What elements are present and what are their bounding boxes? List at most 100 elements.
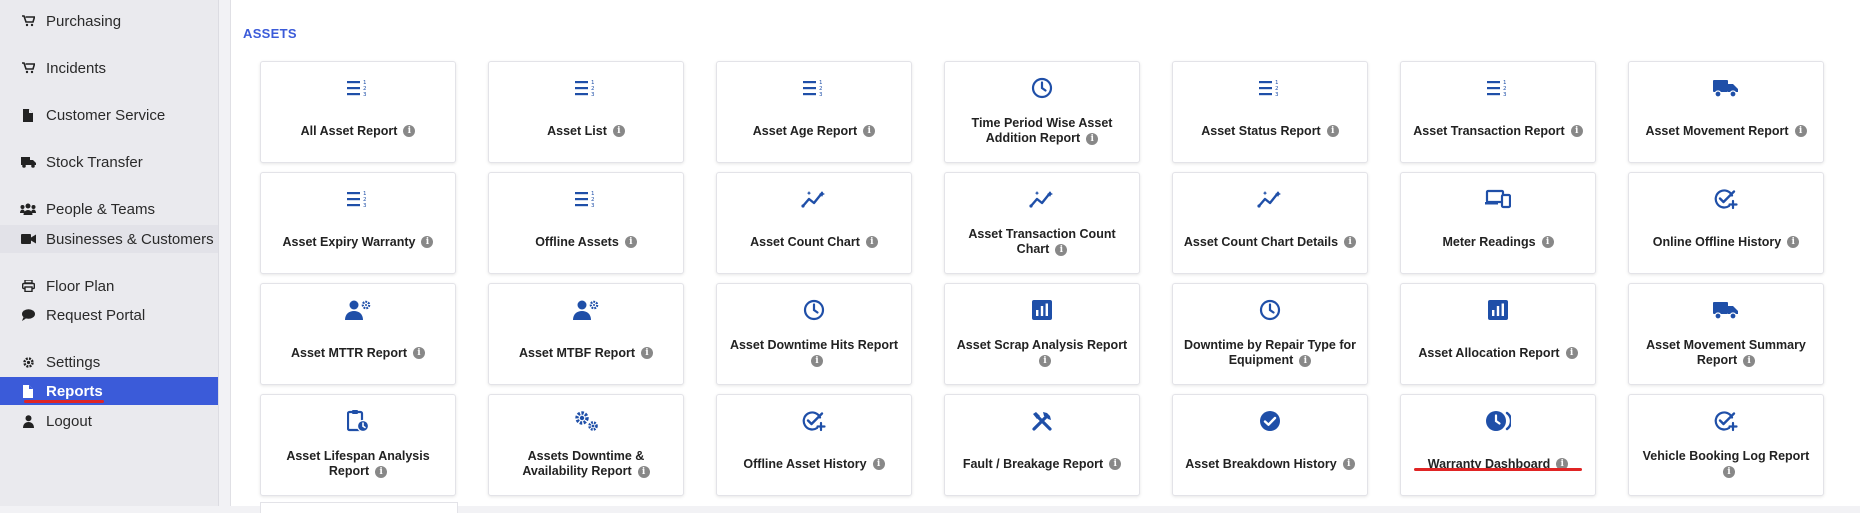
info-icon[interactable]: i xyxy=(612,125,625,138)
report-card-label: Asset Count Chart Details xyxy=(1183,234,1339,249)
report-card[interactable]: Meter Readings i xyxy=(1400,172,1596,274)
report-card[interactable]: Asset Lifespan Analysis Report i xyxy=(260,394,456,496)
report-card[interactable]: 1 2 3 Asset Transaction Report i xyxy=(1400,61,1596,163)
sidebar-item-businesses-customers[interactable]: Businesses & Customers xyxy=(0,225,218,253)
info-icon[interactable]: i xyxy=(640,347,653,360)
report-card-label: Asset Downtime Hits Report xyxy=(729,338,899,352)
info-icon[interactable]: i xyxy=(1794,125,1807,138)
report-card[interactable]: 1 2 3 Asset Age Report i xyxy=(716,61,912,163)
report-card-label: Online Offline History xyxy=(1652,234,1782,249)
report-card[interactable]: Asset Count Chart Details i xyxy=(1172,172,1368,274)
info-icon[interactable]: i xyxy=(1342,458,1355,471)
report-card-title: Asset Transaction Report i xyxy=(1407,106,1589,156)
info-icon[interactable]: i xyxy=(865,236,878,249)
sidebar-item-label: Incidents xyxy=(46,59,107,77)
report-card[interactable]: Warranty Dashboard i xyxy=(1400,394,1596,496)
info-icon[interactable]: i xyxy=(1541,236,1554,249)
report-card[interactable]: 1 2 3 Asset List i xyxy=(488,61,684,163)
info-icon[interactable]: i xyxy=(1565,347,1578,360)
report-card[interactable]: Assets Downtime & Availability Report i xyxy=(488,394,684,496)
report-card[interactable]: Asset Downtime Hits Report i xyxy=(716,283,912,385)
report-card[interactable]: Asset Allocation Report i xyxy=(1400,283,1596,385)
info-icon[interactable]: i xyxy=(403,125,416,138)
sidebar-item-settings[interactable]: Settings xyxy=(0,348,218,376)
report-card[interactable]: Asset MTBF Report i xyxy=(488,283,684,385)
info-icon[interactable]: i xyxy=(421,236,434,249)
report-card[interactable] xyxy=(260,502,458,513)
sidebar-item-purchasing[interactable]: Purchasing xyxy=(0,7,218,35)
info-icon[interactable]: i xyxy=(1344,236,1357,249)
chat-icon xyxy=(20,307,36,323)
sidebar-item-customer-service[interactable]: Customer Service xyxy=(0,101,218,129)
report-card[interactable]: Downtime by Repair Type for Equipment i xyxy=(1172,283,1368,385)
report-card-title: Asset List i xyxy=(495,106,677,156)
info-icon[interactable]: i xyxy=(1109,458,1122,471)
info-icon[interactable]: i xyxy=(375,465,388,478)
gear-icon xyxy=(20,354,36,370)
report-card-title: Asset Allocation Report i xyxy=(1407,328,1589,378)
info-icon[interactable]: i xyxy=(412,347,425,360)
info-icon[interactable]: i xyxy=(1326,125,1339,138)
info-icon[interactable]: i xyxy=(1723,465,1735,478)
user-icon xyxy=(20,413,36,429)
sidebar-item-label: Purchasing xyxy=(46,12,122,30)
sidebar-item-logout[interactable]: Logout xyxy=(0,407,218,435)
chart-line-icon xyxy=(945,187,1139,211)
report-card-label: Asset Count Chart xyxy=(750,234,860,249)
report-card[interactable]: Asset MTTR Report i xyxy=(260,283,456,385)
svg-text:3: 3 xyxy=(363,203,367,209)
svg-text:3: 3 xyxy=(1275,92,1279,98)
report-card-label: Asset Expiry Warranty xyxy=(282,234,416,249)
info-icon[interactable]: i xyxy=(1039,354,1051,367)
report-card-label: Asset Lifespan Analysis Report xyxy=(286,449,430,478)
report-card[interactable]: Offline Asset History i xyxy=(716,394,912,496)
report-card-title: Asset Scrap Analysis Report i xyxy=(951,328,1133,378)
report-card-title: Downtime by Repair Type for Equipment i xyxy=(1179,328,1361,378)
report-card[interactable]: Asset Scrap Analysis Report i xyxy=(944,283,1140,385)
info-icon[interactable]: i xyxy=(811,354,823,367)
sidebar-item-request-portal[interactable]: Request Portal xyxy=(0,301,218,329)
report-card[interactable]: Asset Breakdown History i xyxy=(1172,394,1368,496)
report-card-label: Offline Assets xyxy=(535,234,619,249)
report-card[interactable]: Asset Movement Summary Report i xyxy=(1628,283,1824,385)
sidebar-item-people-teams[interactable]: People & Teams xyxy=(0,195,218,223)
report-card[interactable]: Asset Count Chart i xyxy=(716,172,912,274)
report-card[interactable]: Vehicle Booking Log Report i xyxy=(1628,394,1824,496)
info-icon[interactable]: i xyxy=(1570,125,1583,138)
sidebar: Purchasing Incidents Customer Service St… xyxy=(0,0,219,506)
report-card-label: Asset Allocation Report xyxy=(1418,345,1560,360)
info-icon[interactable]: i xyxy=(1086,132,1099,145)
sidebar-item-incidents[interactable]: Incidents xyxy=(0,54,218,82)
sidebar-item-label: Businesses & Customers xyxy=(46,230,214,248)
list-numbered-icon: 123 xyxy=(261,187,455,211)
report-card[interactable]: Online Offline History i xyxy=(1628,172,1824,274)
clock-shield-icon xyxy=(1401,409,1595,433)
info-icon[interactable]: i xyxy=(1787,236,1800,249)
info-icon[interactable]: i xyxy=(624,236,637,249)
sidebar-item-label: Settings xyxy=(46,353,101,371)
truck-icon xyxy=(1629,76,1823,100)
report-card[interactable]: 1 2 3 Offline Assets i xyxy=(488,172,684,274)
info-icon[interactable]: i xyxy=(637,465,650,478)
info-icon[interactable]: i xyxy=(872,458,885,471)
report-card[interactable]: Time Period Wise Asset Addition Report i xyxy=(944,61,1140,163)
clock-icon xyxy=(1173,298,1367,322)
report-card-title: Asset Transaction Count Chart i xyxy=(951,217,1133,267)
clipboard-clock-icon xyxy=(261,409,455,433)
info-icon[interactable]: i xyxy=(1055,243,1068,256)
info-icon[interactable]: i xyxy=(1299,354,1312,367)
report-card[interactable]: 1 2 3 All Asset Report i xyxy=(260,61,456,163)
report-card[interactable]: 1 2 3 Asset Expiry Warranty i xyxy=(260,172,456,274)
report-card[interactable]: 1 2 3 Asset Status Report i xyxy=(1172,61,1368,163)
report-card-label: Asset MTTR Report xyxy=(291,345,407,360)
sidebar-item-stock-transfer[interactable]: Stock Transfer xyxy=(0,148,218,176)
info-icon[interactable]: i xyxy=(863,125,876,138)
report-card-label: Vehicle Booking Log Report xyxy=(1642,449,1810,463)
info-icon[interactable]: i xyxy=(1743,354,1756,367)
report-card-label: Fault / Breakage Report xyxy=(962,456,1104,471)
sidebar-item-label: Customer Service xyxy=(46,106,166,124)
report-card[interactable]: Asset Movement Report i xyxy=(1628,61,1824,163)
sidebar-item-floor-plan[interactable]: Floor Plan xyxy=(0,272,218,300)
report-card[interactable]: Fault / Breakage Report i xyxy=(944,394,1140,496)
report-card[interactable]: Asset Transaction Count Chart i xyxy=(944,172,1140,274)
